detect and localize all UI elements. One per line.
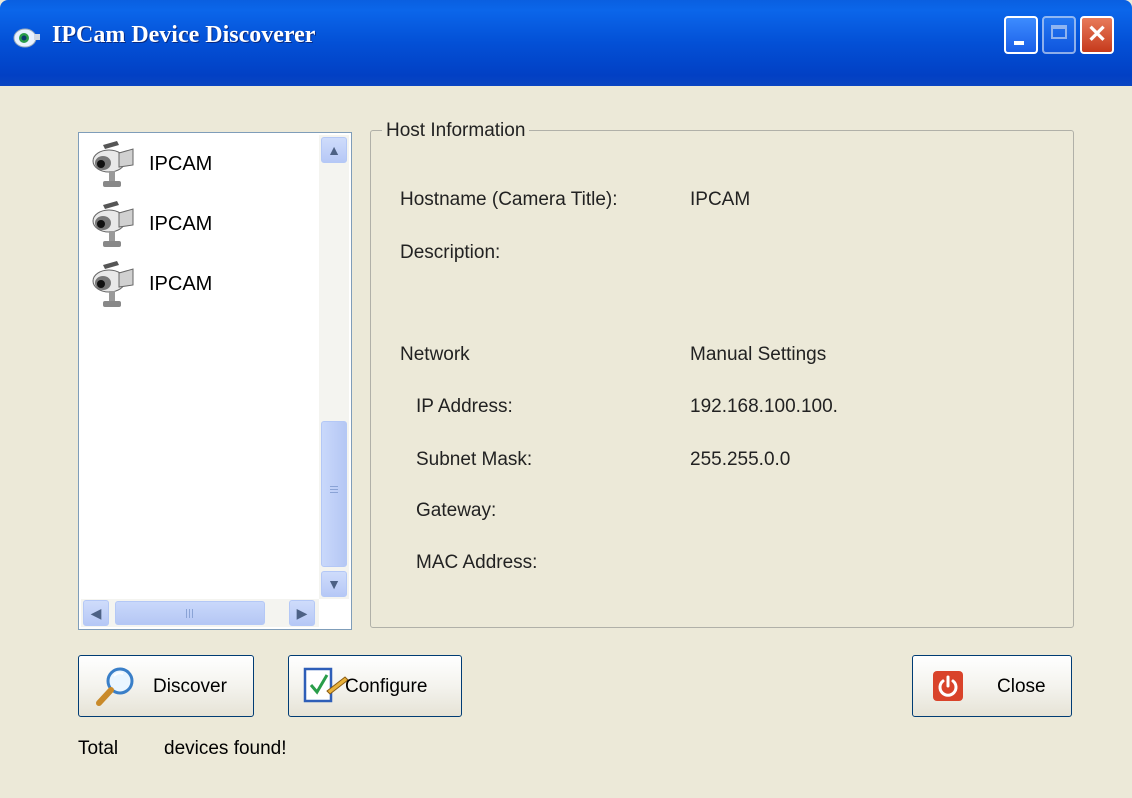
close-window-button[interactable]: ✕ <box>1080 16 1114 54</box>
scroll-up-button[interactable]: ▲ <box>321 137 347 163</box>
scroll-right-button[interactable]: ▶ <box>289 600 315 626</box>
hostname-value: IPCAM <box>690 189 751 210</box>
camera-icon <box>92 201 134 247</box>
configure-icon <box>303 667 349 703</box>
status-suffix: devices found! <box>164 738 287 759</box>
horizontal-scrollbar[interactable]: ◀ ▶ <box>81 599 319 627</box>
list-item[interactable]: IPCAM <box>89 199 289 251</box>
minimize-button[interactable] <box>1004 16 1038 54</box>
gateway-label: Gateway: <box>416 500 497 521</box>
list-item[interactable]: IPCAM <box>89 259 289 311</box>
scroll-left-button[interactable]: ◀ <box>83 600 109 626</box>
chevron-left-icon: ◀ <box>90 605 102 621</box>
grip-icon <box>186 609 195 618</box>
camera-icon <box>92 261 134 307</box>
power-icon <box>933 671 963 701</box>
vertical-scrollbar[interactable]: ▲ ▼ <box>319 135 349 599</box>
app-icon <box>13 28 40 48</box>
configure-button[interactable]: Configure <box>288 655 462 717</box>
subnet-mask-label: Subnet Mask: <box>416 449 533 470</box>
device-label: IPCAM <box>149 273 213 295</box>
network-label: Network <box>400 344 470 365</box>
mac-address-label: MAC Address: <box>416 552 538 573</box>
window-title: IPCam Device Discoverer <box>52 22 316 48</box>
status-prefix: Total <box>78 738 119 759</box>
close-label: Close <box>997 676 1046 697</box>
chevron-right-icon: ▶ <box>296 605 308 621</box>
close-icon: ✕ <box>1086 21 1108 48</box>
search-icon <box>96 667 134 706</box>
grip-icon <box>330 486 338 495</box>
device-label: IPCAM <box>149 153 213 175</box>
discover-button[interactable]: Discover <box>78 655 254 717</box>
group-legend: Host Information <box>382 120 530 142</box>
subnet-mask-value: 255.255.0.0 <box>690 449 791 470</box>
network-value: Manual Settings <box>690 344 827 365</box>
device-label: IPCAM <box>149 213 213 235</box>
close-button[interactable]: Close <box>912 655 1072 717</box>
list-item[interactable]: IPCAM <box>89 139 289 191</box>
vertical-scroll-thumb[interactable] <box>321 421 347 567</box>
scroll-down-button[interactable]: ▼ <box>321 571 347 597</box>
maximize-button[interactable] <box>1042 16 1076 54</box>
horizontal-scroll-thumb[interactable] <box>115 601 265 625</box>
title-bar[interactable]: IPCam Device Discoverer ✕ <box>0 0 1132 86</box>
ip-address-label: IP Address: <box>416 396 513 417</box>
device-list[interactable]: IPCAM IPCAM IPCAM ▲ ▼ ◀ ▶ <box>78 132 352 630</box>
configure-label: Configure <box>345 676 428 697</box>
chevron-up-icon: ▲ <box>327 142 341 158</box>
ip-address-value: 192.168.100.100. <box>690 396 838 417</box>
camera-icon <box>92 141 134 187</box>
discover-label: Discover <box>153 676 227 697</box>
description-label: Description: <box>400 242 501 263</box>
chevron-down-icon: ▼ <box>327 576 341 592</box>
hostname-label: Hostname (Camera Title): <box>400 189 618 210</box>
